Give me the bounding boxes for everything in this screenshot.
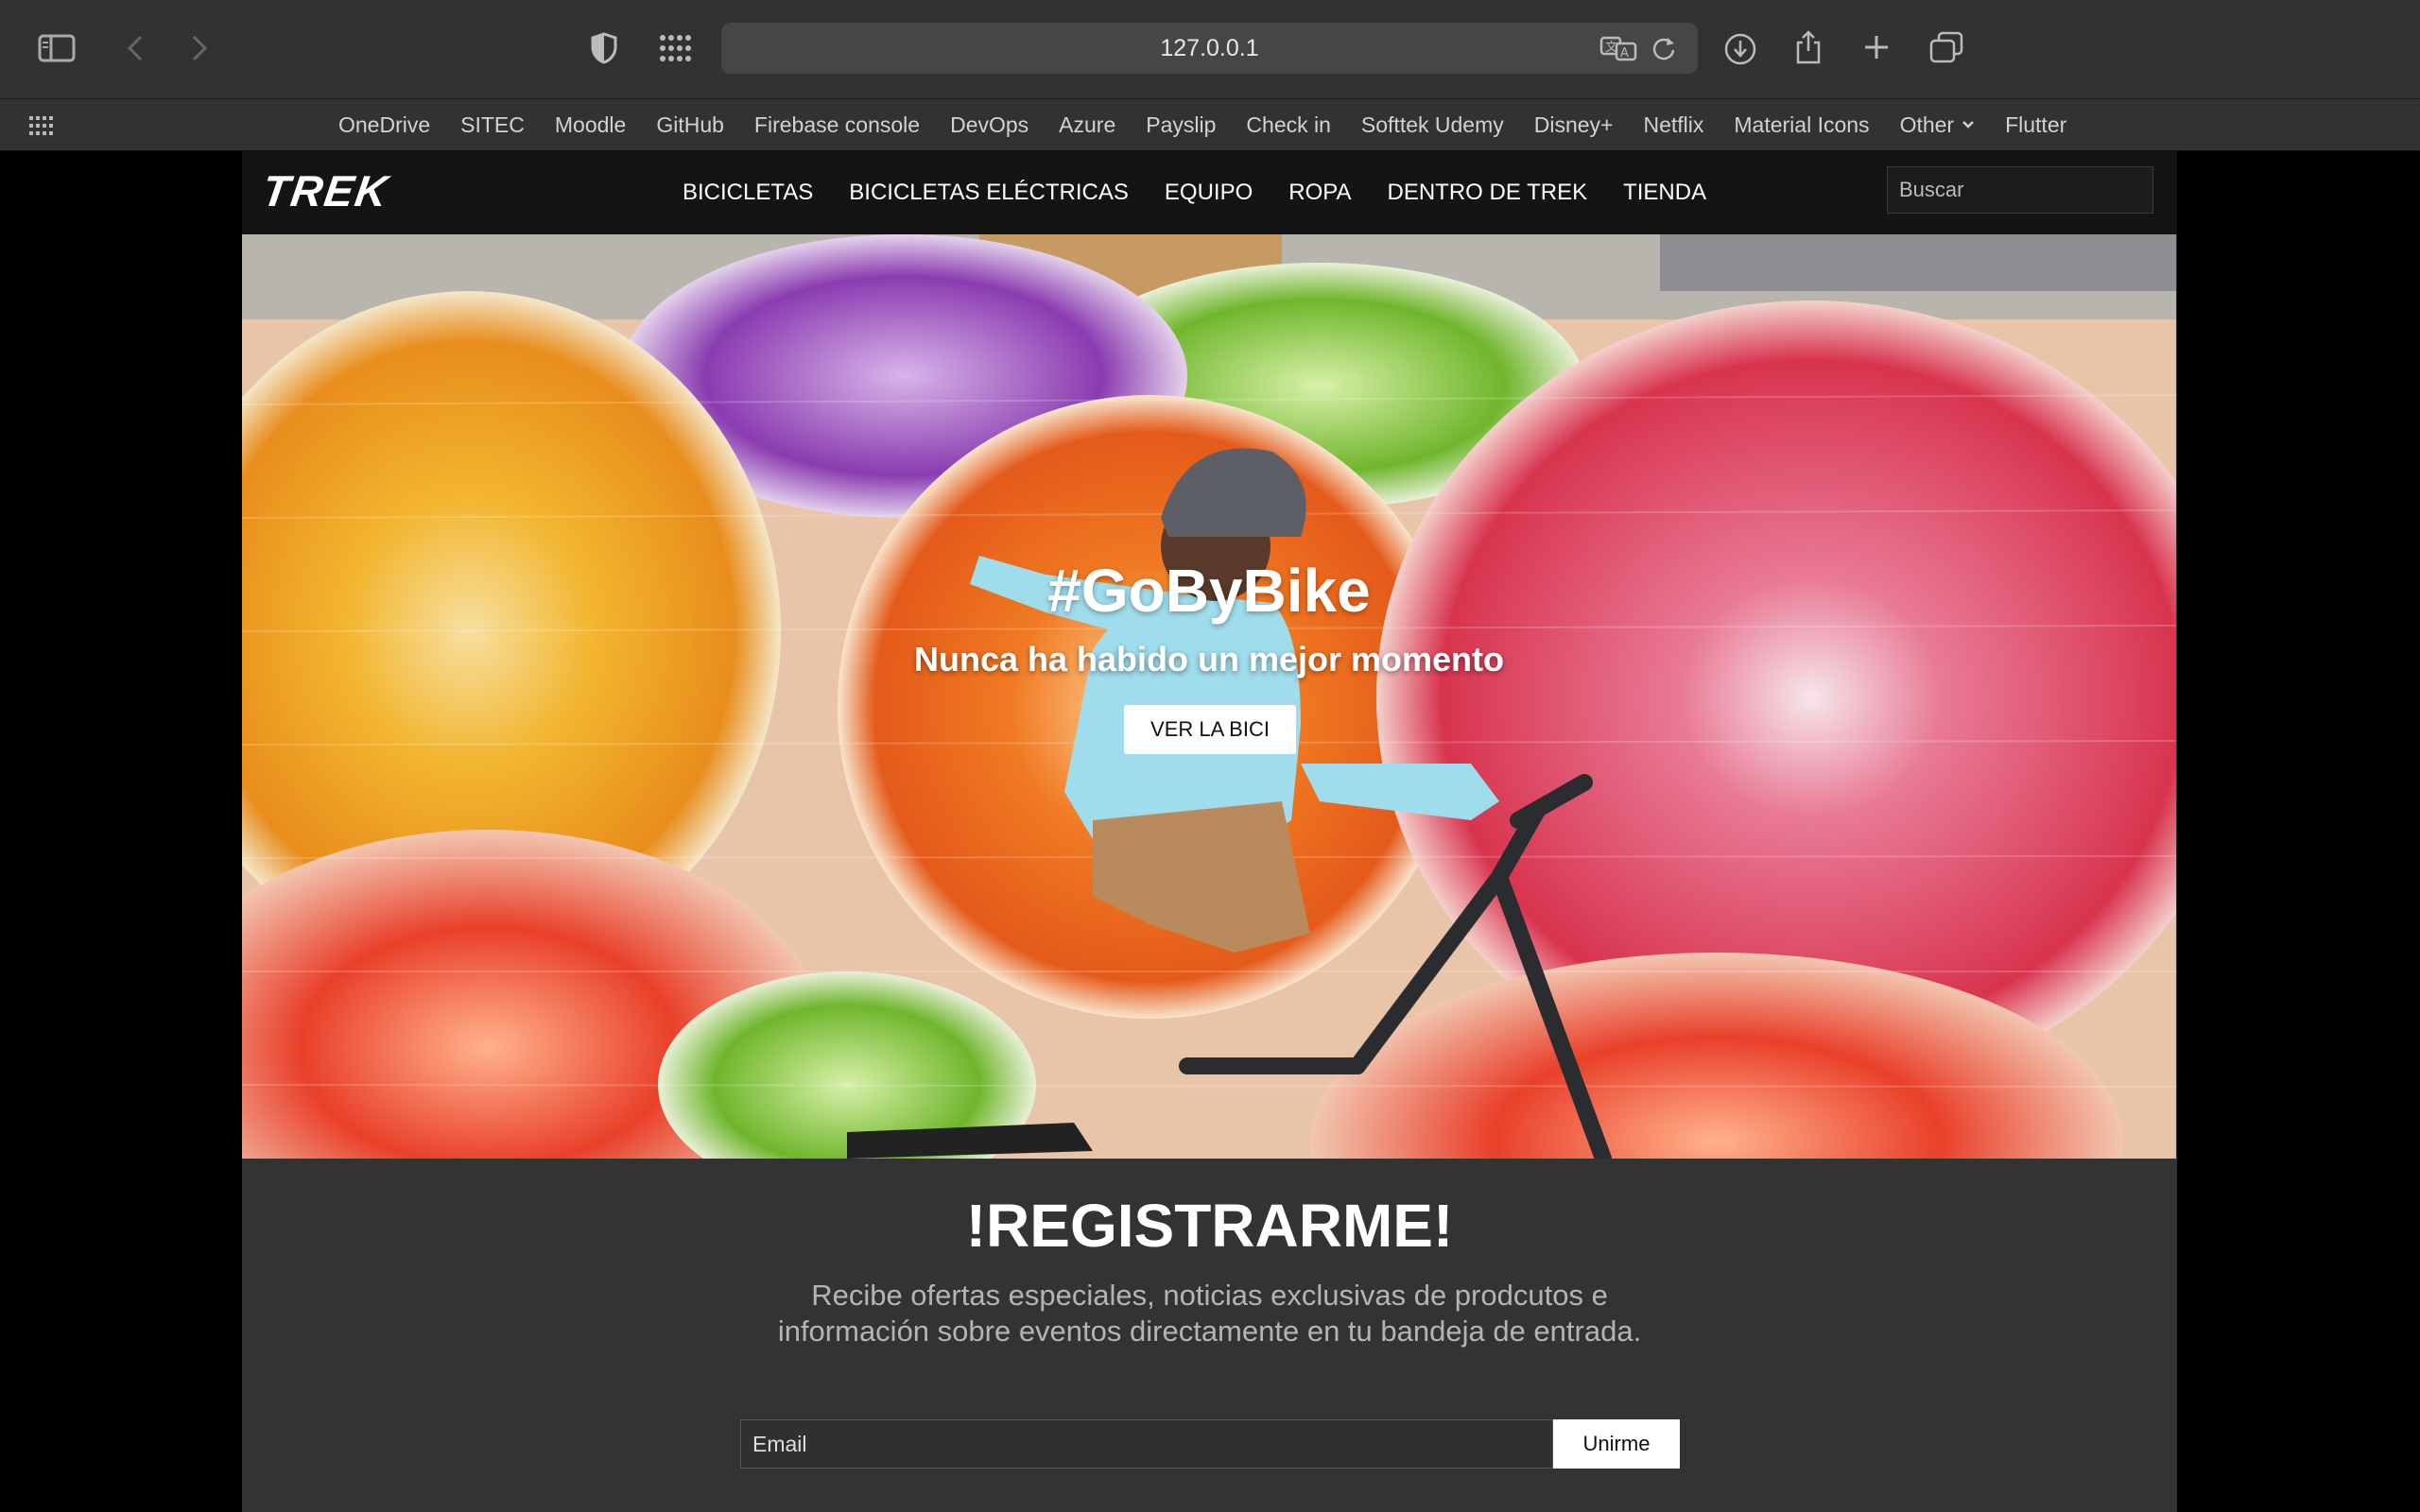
bookmark-github[interactable]: GitHub [656, 112, 724, 138]
bookmark-flutter[interactable]: Flutter [2005, 112, 2066, 138]
menu-item-tienda[interactable]: TIENDA [1623, 180, 1706, 206]
main-menu: BICICLETAS BICICLETAS ELÉCTRICAS EQUIPO … [683, 151, 1706, 234]
sidebar-icon[interactable] [36, 31, 78, 65]
bookmark-moodle[interactable]: Moodle [555, 112, 626, 138]
register-description-line-1: Recibe ofertas especiales, noticias excl… [811, 1279, 1608, 1312]
bookmark-netflix[interactable]: Netflix [1643, 112, 1703, 138]
web-page: TREK BICICLETAS BICICLETAS ELÉCTRICAS EQ… [242, 151, 2177, 1512]
hero-title: #GoByBike [1047, 557, 1371, 625]
menu-item-dentro-de-trek[interactable]: DENTRO DE TREK [1388, 180, 1588, 206]
address-bar[interactable]: 127.0.0.1 文A [721, 23, 1698, 74]
apps-grid-icon[interactable] [28, 115, 55, 141]
join-button[interactable]: Unirme [1553, 1419, 1680, 1469]
download-icon[interactable] [1722, 31, 1758, 67]
site-navbar: TREK BICICLETAS BICICLETAS ELÉCTRICAS EQ… [242, 151, 2177, 234]
newsletter-section: !REGISTRARME! Recibe ofertas especiales,… [242, 1159, 2177, 1512]
svg-text:A: A [1620, 46, 1629, 60]
shield-icon[interactable] [588, 32, 620, 64]
hero-subtitle: Nunca ha habido un mejor momento [913, 640, 1505, 679]
bookmark-softtek-udemy[interactable]: Softtek Udemy [1361, 112, 1504, 138]
register-description: Recibe ofertas especiales, noticias excl… [242, 1278, 2177, 1349]
bookmark-firebase-console[interactable]: Firebase console [754, 112, 920, 138]
bookmarks-bar: OneDrive SITEC Moodle GitHub Firebase co… [0, 99, 2420, 150]
bookmark-folder-other[interactable]: Other [1900, 112, 1976, 138]
share-icon[interactable] [1792, 28, 1824, 66]
bookmark-disney-plus[interactable]: Disney+ [1534, 112, 1614, 138]
bookmark-material-icons[interactable]: Material Icons [1734, 112, 1869, 138]
url-text[interactable]: 127.0.0.1 [721, 23, 1698, 74]
menu-item-bicicletas-electricas[interactable]: BICICLETAS ELÉCTRICAS [849, 180, 1129, 206]
bookmark-devops[interactable]: DevOps [950, 112, 1028, 138]
translate-icon[interactable]: 文A [1599, 35, 1637, 66]
grid-icon[interactable] [658, 32, 692, 64]
bookmark-azure[interactable]: Azure [1059, 112, 1115, 138]
back-icon[interactable] [121, 31, 149, 65]
chevron-down-icon [1962, 121, 1974, 129]
reload-icon[interactable] [1651, 35, 1677, 66]
browser-toolbar: 127.0.0.1 文A [0, 0, 2420, 98]
hero-background-image [242, 234, 2176, 1159]
bookmark-check-in[interactable]: Check in [1246, 112, 1330, 138]
bookmark-payslip[interactable]: Payslip [1146, 112, 1216, 138]
forward-icon[interactable] [185, 31, 214, 65]
hero-banner: #GoByBike Nunca ha habido un mejor momen… [242, 234, 2176, 1159]
register-title: !REGISTRARME! [965, 1192, 1454, 1260]
new-tab-icon[interactable] [1861, 32, 1892, 62]
bookmark-other-label: Other [1899, 112, 1955, 137]
search-input[interactable] [1887, 166, 2153, 214]
see-bike-button[interactable]: VER LA BICI [1124, 705, 1296, 754]
bookmark-onedrive[interactable]: OneDrive [338, 112, 430, 138]
tabs-overview-icon[interactable] [1928, 30, 1964, 64]
menu-item-equipo[interactable]: EQUIPO [1165, 180, 1253, 206]
menu-item-ropa[interactable]: ROPA [1288, 180, 1351, 206]
email-field[interactable]: Email [740, 1419, 1553, 1469]
bookmark-sitec[interactable]: SITEC [460, 112, 525, 138]
register-description-line-2: información sobre eventos directamente e… [777, 1314, 1642, 1348]
trek-logo[interactable]: TREK [259, 164, 392, 217]
menu-item-bicicletas[interactable]: BICICLETAS [683, 180, 813, 206]
